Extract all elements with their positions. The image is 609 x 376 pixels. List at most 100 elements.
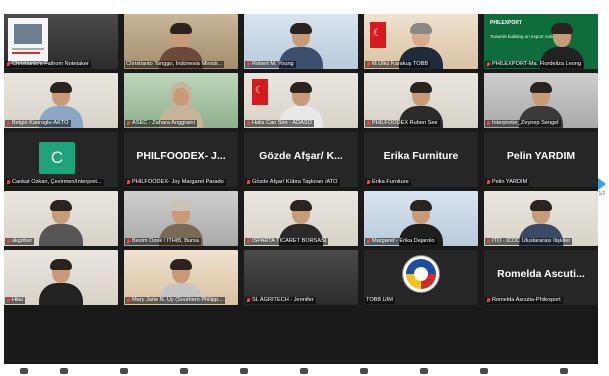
mic-muted-icon <box>246 120 251 127</box>
participant-name: Halis Can Sire - ADASO <box>245 120 314 127</box>
participant-tile[interactable]: Robert M. Young <box>244 14 358 69</box>
participant-tile[interactable]: Margaret - Erika Dejarolo <box>364 191 478 246</box>
participant-name: İTO - ICOC Uluslararası İlişkiler <box>485 238 573 245</box>
participant-figure <box>39 259 83 305</box>
mic-muted-icon <box>6 61 11 68</box>
participant-name: PHILFOODEX Ruben See <box>365 120 440 127</box>
participant-tile[interactable]: Christianto's Fathom Notetaker <box>4 14 118 69</box>
mic-muted-icon <box>126 179 131 186</box>
mic-muted-icon <box>246 297 251 304</box>
participant-tile[interactable]: PHILFOODEX Ruben See <box>364 73 478 128</box>
participant-tile[interactable]: ASEC - Zahara Anggraini <box>124 73 238 128</box>
participant-display-name: PHILFOODEX- J... <box>136 150 226 162</box>
participant-name: Christianto Tonggo, Indonesia Ministr... <box>125 61 225 68</box>
mic-muted-icon <box>366 120 371 127</box>
chat-icon[interactable] <box>240 368 248 374</box>
participants-icon[interactable] <box>180 368 188 374</box>
participant-tile[interactable]: Interpreter_Zeynep Sengel <box>484 73 598 128</box>
mic-muted-icon <box>126 297 131 304</box>
participant-tile[interactable]: Mary Jane N. Uy (Southern Philipp... <box>124 250 238 305</box>
mic-muted-icon <box>486 61 491 68</box>
record-icon[interactable] <box>360 368 368 374</box>
participant-name: Interpreter_Zeynep Sengel <box>485 120 561 127</box>
participant-name: Mary Jane N. Uy (Southern Philipp... <box>125 297 225 304</box>
mic-muted-icon <box>126 120 131 127</box>
mic-muted-icon <box>486 297 491 304</box>
participant-name: Margaret - Erika Dejarolo <box>365 238 437 245</box>
participant-tile[interactable]: PHILEXPORT Towards building an export na… <box>484 14 598 69</box>
mic-muted-icon <box>486 179 491 186</box>
mic-muted-icon <box>6 179 11 186</box>
participant-name: Erika Furniture <box>365 179 411 186</box>
video-camera-icon[interactable] <box>60 368 68 374</box>
participant-name: Romelda Ascutia-Philexport <box>485 297 563 304</box>
turkish-flag-icon <box>370 22 386 48</box>
video-conference-window: Christianto's Fathom Notetaker Christian… <box>0 0 609 376</box>
participant-display-name: Pelin YARDIM <box>506 150 576 162</box>
participant-name: M.Ülkü Karakuş TOBB <box>365 61 431 68</box>
mic-muted-icon <box>246 238 251 245</box>
participant-name: Hilal <box>5 297 25 304</box>
participant-tile[interactable]: ISPARTA TİCARET BORSASI <box>244 191 358 246</box>
mic-muted-icon <box>366 61 371 68</box>
microphone-icon[interactable] <box>20 368 28 374</box>
participant-tile[interactable]: Belgin Kaoroglu-AKTO <box>4 73 118 128</box>
mic-muted-icon <box>366 179 371 186</box>
brand-logo-text: PHILEXPORT <box>490 20 522 26</box>
participant-display-name: Romelda Ascuti... <box>497 268 585 280</box>
chevron-right-icon <box>598 178 606 190</box>
participant-display-name: Gözde Afşar/ K... <box>259 150 343 162</box>
participant-tile-active-speaker[interactable]: Christianto Tonggo, Indonesia Ministr... <box>124 14 238 69</box>
participant-tile[interactable]: PHILFOODEX- J... PHILFOODEX- Joy Margare… <box>124 132 238 187</box>
participant-name: Besim Özek / ITHIB, Bursa <box>125 238 201 245</box>
participant-tile[interactable]: Besim Özek / ITHIB, Bursa <box>124 191 238 246</box>
mic-muted-icon <box>246 179 251 186</box>
participant-avatar: C <box>39 142 75 174</box>
gallery-grid: Christianto's Fathom Notetaker Christian… <box>4 14 598 364</box>
reactions-icon[interactable] <box>420 368 428 374</box>
participant-tile[interactable]: Hilal <box>4 250 118 305</box>
participant-tile[interactable]: M.Ülkü Karakuş TOBB <box>364 14 478 69</box>
participant-name: ISPARTA TİCARET BORSASI <box>245 238 329 245</box>
participant-name: PHILEXPORT-Ma. Flordeliza Leong <box>485 61 584 68</box>
participant-tile[interactable]: Halis Can Sire - ADASO <box>244 73 358 128</box>
participant-name: Robert M. Young <box>245 61 296 68</box>
participant-tile[interactable]: SL AGRITECH - Jennifer <box>244 250 358 305</box>
participant-name: PHILFOODEX- Joy Margaret Parado <box>125 179 226 186</box>
mic-muted-icon <box>6 297 11 304</box>
participant-name: Christianto's Fathom Notetaker <box>5 61 91 68</box>
apps-icon[interactable] <box>480 368 488 374</box>
participant-name: akgöber <box>5 238 35 245</box>
participant-name: Cankat Özkan, Çevirmen/Interpret... <box>5 179 104 186</box>
next-page-button[interactable]: 1/2 <box>597 178 607 210</box>
participant-tile[interactable]: İTO - ICOC Uluslararası İlişkiler <box>484 191 598 246</box>
participant-tile[interactable]: akgöber <box>4 191 118 246</box>
mic-muted-icon <box>486 238 491 245</box>
page-indicator: 1/2 <box>598 191 606 197</box>
mic-muted-icon <box>366 238 371 245</box>
participant-tile[interactable]: TOBB UİM <box>364 250 478 305</box>
share-screen-icon[interactable] <box>300 368 308 374</box>
turkish-flag-icon <box>252 79 268 105</box>
participant-name: Pelin YARDIM <box>485 179 530 186</box>
mic-muted-icon <box>486 120 491 127</box>
participant-name: Gözde Afşar/ Kübra Taşkıran /ATO <box>245 179 340 186</box>
mic-muted-icon <box>126 238 131 245</box>
participant-figure <box>39 200 83 246</box>
participant-tile[interactable]: Pelin YARDIM Pelin YARDIM <box>484 132 598 187</box>
participant-name: Belgin Kaoroglu-AKTO <box>5 120 71 127</box>
participant-tile[interactable]: Gözde Afşar/ K... Gözde Afşar/ Kübra Taş… <box>244 132 358 187</box>
participant-name: ASEC - Zahara Anggraini <box>125 120 197 127</box>
mic-muted-icon <box>6 120 11 127</box>
organization-seal-icon <box>403 256 439 292</box>
mic-muted-icon <box>6 238 11 245</box>
mic-muted-icon <box>246 61 251 68</box>
participant-name: SL AGRITECH - Jennifer <box>245 297 316 304</box>
participant-tile[interactable]: Romelda Ascuti... Romelda Ascutia-Philex… <box>484 250 598 305</box>
security-icon[interactable] <box>120 368 128 374</box>
meeting-toolbar <box>0 364 609 376</box>
leave-icon[interactable] <box>560 368 568 374</box>
participant-name: TOBB UİM <box>365 297 395 304</box>
participant-tile[interactable]: Erika Furniture Erika Furniture <box>364 132 478 187</box>
participant-tile[interactable]: C Cankat Özkan, Çevirmen/Interpret... <box>4 132 118 187</box>
